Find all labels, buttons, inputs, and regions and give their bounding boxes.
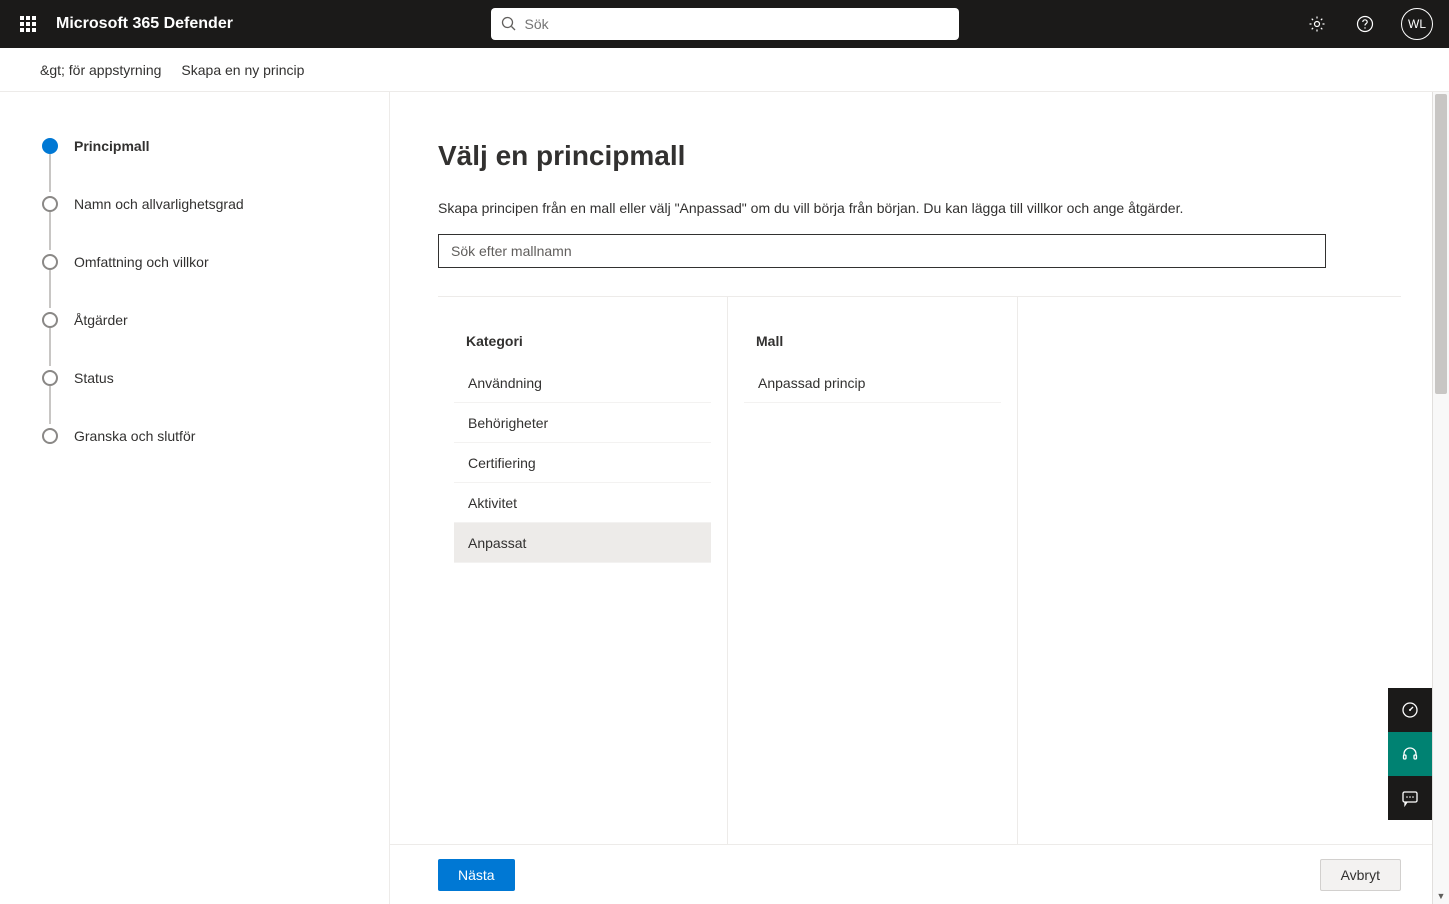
- search-icon: [501, 16, 517, 32]
- step-indicator-icon: [42, 370, 58, 386]
- content-area: Principmall Namn och allvarlighetsgrad O…: [0, 92, 1449, 904]
- template-search-input[interactable]: [438, 234, 1326, 268]
- headset-icon: [1401, 745, 1419, 763]
- step-label: Åtgärder: [74, 312, 128, 328]
- global-search-box[interactable]: [491, 8, 959, 40]
- page-title: Välj en principmall: [438, 140, 1401, 172]
- top-header: Microsoft 365 Defender WL: [0, 0, 1449, 48]
- template-columns: Kategori Användning Behörigheter Certifi…: [438, 296, 1401, 904]
- step-indicator-icon: [42, 196, 58, 212]
- vertical-scrollbar[interactable]: ▲ ▼: [1432, 92, 1449, 904]
- template-list: Anpassad princip: [744, 363, 1001, 403]
- main-panel: Välj en principmall Skapa principen från…: [390, 92, 1449, 904]
- wizard-footer: Nästa Avbryt: [390, 844, 1449, 904]
- category-item-usage[interactable]: Användning: [454, 363, 711, 403]
- app-title: Microsoft 365 Defender: [56, 15, 233, 33]
- wizard-step-scope[interactable]: Omfattning och villkor: [42, 250, 359, 274]
- app-launcher-button[interactable]: [8, 0, 48, 48]
- category-column: Kategori Användning Behörigheter Certifi…: [438, 297, 728, 904]
- category-heading: Kategori: [466, 333, 711, 349]
- header-actions: WL: [1297, 0, 1441, 48]
- template-heading: Mall: [756, 333, 1001, 349]
- step-label: Granska och slutför: [74, 428, 195, 444]
- settings-button[interactable]: [1297, 0, 1337, 48]
- question-icon: [1356, 15, 1374, 33]
- step-label: Namn och allvarlighetsgrad: [74, 196, 244, 212]
- category-list: Användning Behörigheter Certifiering Akt…: [454, 363, 711, 563]
- template-column: Mall Anpassad princip: [728, 297, 1018, 904]
- breadcrumb-item-0[interactable]: &gt; för appstyrning: [40, 62, 161, 78]
- category-item-activity[interactable]: Aktivitet: [454, 483, 711, 523]
- step-label: Omfattning och villkor: [74, 254, 209, 270]
- feedback-icon: [1401, 789, 1419, 807]
- global-search-wrapper: [491, 8, 959, 40]
- step-indicator-icon: [42, 138, 58, 154]
- step-label: Principmall: [74, 138, 149, 154]
- wizard-step-review[interactable]: Granska och slutför: [42, 424, 359, 448]
- category-item-permissions[interactable]: Behörigheter: [454, 403, 711, 443]
- step-indicator-icon: [42, 312, 58, 328]
- wizard-steps-nav: Principmall Namn och allvarlighetsgrad O…: [0, 92, 390, 904]
- scrollbar-down-icon[interactable]: ▼: [1433, 887, 1449, 904]
- avatar-initials: WL: [1408, 17, 1426, 31]
- step-label: Status: [74, 370, 114, 386]
- waffle-icon: [20, 16, 36, 32]
- wizard-step-actions[interactable]: Åtgärder: [42, 308, 359, 332]
- page-description: Skapa principen från en mall eller välj …: [438, 200, 1401, 216]
- gauge-icon: [1401, 701, 1419, 719]
- rail-button-3[interactable]: [1388, 776, 1432, 820]
- scrollbar-thumb[interactable]: [1435, 94, 1447, 394]
- wizard-step-status[interactable]: Status: [42, 366, 359, 390]
- rail-button-1[interactable]: [1388, 688, 1432, 732]
- side-rail: [1388, 688, 1432, 820]
- category-item-custom[interactable]: Anpassat: [454, 523, 711, 563]
- category-item-certification[interactable]: Certifiering: [454, 443, 711, 483]
- global-search-input[interactable]: [525, 16, 949, 32]
- cancel-button[interactable]: Avbryt: [1320, 859, 1401, 891]
- rail-button-2[interactable]: [1388, 732, 1432, 776]
- template-item-custom-policy[interactable]: Anpassad princip: [744, 363, 1001, 403]
- details-column: [1018, 297, 1401, 904]
- wizard-step-template[interactable]: Principmall: [42, 134, 359, 158]
- step-indicator-icon: [42, 428, 58, 444]
- gear-icon: [1308, 15, 1326, 33]
- step-indicator-icon: [42, 254, 58, 270]
- breadcrumb-bar: &gt; för appstyrning Skapa en ny princip: [0, 48, 1449, 92]
- wizard-step-name[interactable]: Namn och allvarlighetsgrad: [42, 192, 359, 216]
- breadcrumb-item-1[interactable]: Skapa en ny princip: [181, 62, 304, 78]
- user-avatar[interactable]: WL: [1401, 8, 1433, 40]
- help-button[interactable]: [1345, 0, 1385, 48]
- next-button[interactable]: Nästa: [438, 859, 515, 891]
